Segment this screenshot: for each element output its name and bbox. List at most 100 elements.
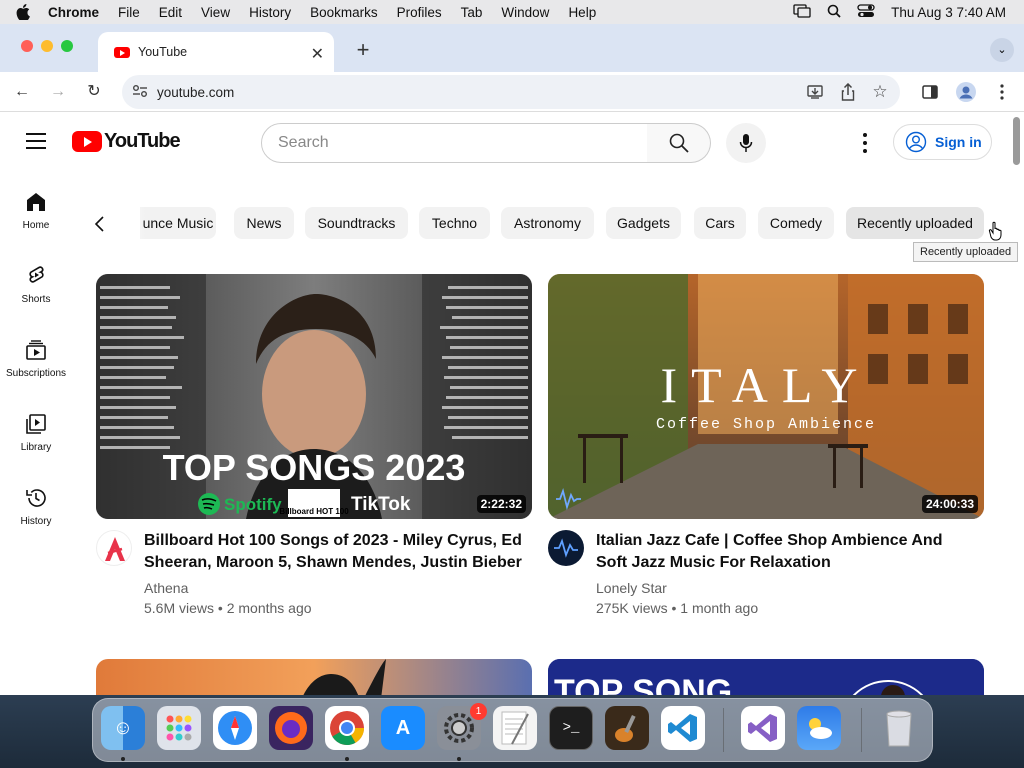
- chrome-icon[interactable]: [325, 706, 369, 750]
- share-icon[interactable]: [838, 82, 858, 102]
- video-title[interactable]: Billboard Hot 100 Songs of 2023 - Miley …: [144, 530, 524, 574]
- settings-more-icon[interactable]: [856, 131, 874, 155]
- menu-bookmarks[interactable]: Bookmarks: [310, 5, 378, 20]
- guide-item-shorts[interactable]: Shorts: [0, 265, 72, 325]
- guide-item-home[interactable]: Home: [0, 191, 72, 251]
- chip-recently-uploaded[interactable]: Recently uploaded: [846, 207, 984, 239]
- video-thumbnail[interactable]: [96, 659, 532, 695]
- vscode-icon[interactable]: [661, 706, 705, 750]
- video-card[interactable]: TOP SONG: [548, 659, 984, 695]
- install-app-icon[interactable]: [806, 82, 826, 102]
- control-center-icon[interactable]: [857, 3, 875, 21]
- search-input[interactable]: Search: [261, 123, 648, 163]
- menu-edit[interactable]: Edit: [159, 5, 182, 20]
- menu-tab[interactable]: Tab: [461, 5, 483, 20]
- chip-astronomy[interactable]: Astronomy: [501, 207, 594, 239]
- chip-comedy[interactable]: Comedy: [758, 207, 834, 239]
- safari-icon[interactable]: [213, 706, 257, 750]
- app-store-icon[interactable]: A: [381, 706, 425, 750]
- video-duration: 2:22:32: [476, 495, 526, 513]
- shorts-icon: [29, 266, 44, 283]
- reload-icon[interactable]: ↻: [82, 80, 106, 104]
- visual-studio-icon[interactable]: [741, 706, 785, 750]
- video-duration: 24:00:33: [921, 495, 978, 513]
- video-card[interactable]: TOP SONGS 2023 Spotify Billboard HOT 100…: [96, 274, 532, 634]
- tab-search-chevron-icon[interactable]: ⌄: [990, 38, 1014, 62]
- apple-menu-icon[interactable]: [16, 4, 36, 20]
- youtube-wordmark: YouTube: [104, 130, 181, 152]
- finder-icon[interactable]: ☺: [101, 706, 145, 750]
- youtube-header: YouTube Search Sign in: [0, 113, 1024, 171]
- guide-item-subscriptions[interactable]: Subscriptions: [0, 339, 72, 399]
- window-close-button[interactable]: [21, 40, 33, 52]
- menu-file[interactable]: File: [118, 5, 140, 20]
- video-title[interactable]: Italian Jazz Cafe | Coffee Shop Ambience…: [596, 530, 976, 574]
- menubar-clock[interactable]: Thu Aug 3 7:40 AM: [891, 5, 1006, 20]
- forward-arrow-icon[interactable]: →: [46, 80, 70, 104]
- chip-cars[interactable]: Cars: [694, 207, 746, 239]
- channel-name[interactable]: Lonely Star: [596, 580, 667, 596]
- chip-soundtracks[interactable]: Soundtracks: [305, 207, 408, 239]
- side-panel-icon[interactable]: [920, 82, 940, 102]
- channel-avatar[interactable]: [96, 530, 132, 566]
- hamburger-menu-icon[interactable]: [26, 133, 46, 149]
- thumbnail-coffee-shop-text: Coffee Shop Ambience: [656, 416, 876, 433]
- window-zoom-button[interactable]: [61, 40, 73, 52]
- new-tab-button[interactable]: +: [350, 38, 376, 64]
- voice-search-button[interactable]: [726, 123, 766, 163]
- video-thumbnail[interactable]: TOP SONGS 2023 Spotify Billboard HOT 100…: [96, 274, 532, 519]
- chips-fade: [116, 207, 146, 239]
- back-arrow-icon[interactable]: ←: [10, 80, 34, 104]
- thumbnail-tiktok-text: TikTok: [351, 494, 411, 515]
- weather-icon[interactable]: [797, 706, 841, 750]
- chip-gadgets[interactable]: Gadgets: [606, 207, 681, 239]
- menu-app-name[interactable]: Chrome: [48, 5, 99, 20]
- thumbnail-spotify-text: Spotify: [224, 495, 282, 514]
- screen-mirroring-icon[interactable]: [793, 3, 811, 21]
- address-bar[interactable]: youtube.com: [122, 75, 900, 109]
- recently-uploaded-tooltip: Recently uploaded: [913, 242, 1019, 262]
- trash-icon[interactable]: [877, 706, 921, 750]
- textedit-icon[interactable]: [493, 706, 537, 750]
- thumbnail-italy-text: ITALY: [661, 357, 872, 413]
- sign-in-button[interactable]: Sign in: [893, 124, 992, 160]
- chip-techno[interactable]: Techno: [419, 207, 490, 239]
- chip-dance-music[interactable]: unce Music: [140, 207, 216, 239]
- video-metadata: 5.6M views • 2 months ago: [144, 600, 312, 616]
- guide-label-library: Library: [20, 442, 52, 453]
- profile-avatar-icon[interactable]: [956, 82, 976, 102]
- window-minimize-button[interactable]: [41, 40, 53, 52]
- guide-item-library[interactable]: Library: [0, 413, 72, 473]
- garageband-icon[interactable]: [605, 706, 649, 750]
- video-card[interactable]: [96, 659, 532, 695]
- thumbnail-billboard-text: Billboard HOT 100: [279, 507, 349, 516]
- video-card[interactable]: ITALY Coffee Shop Ambience 24:00:33 Ital…: [548, 274, 984, 634]
- search-button[interactable]: [647, 123, 711, 163]
- chrome-menu-icon[interactable]: [992, 82, 1012, 102]
- settings-running-indicator: [457, 757, 461, 761]
- bookmark-star-icon[interactable]: ☆: [870, 82, 890, 102]
- site-info-icon[interactable]: [132, 84, 148, 101]
- chips-scroll-left-chevron-icon[interactable]: [88, 212, 112, 236]
- tab-close-icon[interactable]: ✕: [311, 44, 324, 64]
- launchpad-icon[interactable]: [157, 706, 201, 750]
- guide-item-history[interactable]: History: [0, 487, 72, 547]
- video-thumbnail[interactable]: TOP SONG: [548, 659, 984, 695]
- menu-view[interactable]: View: [201, 5, 230, 20]
- chrome-window: YouTube ✕ + ⌄ ← → ↻ youtube.com ☆ YouTub…: [0, 24, 1024, 695]
- terminal-icon[interactable]: >_: [549, 706, 593, 750]
- youtube-logo[interactable]: YouTube: [72, 130, 181, 153]
- video-thumbnail[interactable]: ITALY Coffee Shop Ambience 24:00:33: [548, 274, 984, 519]
- library-icon: [26, 414, 46, 434]
- tab-youtube[interactable]: YouTube ✕: [98, 32, 334, 72]
- firefox-icon[interactable]: [269, 706, 313, 750]
- menu-profiles[interactable]: Profiles: [397, 5, 442, 20]
- channel-avatar[interactable]: [548, 530, 584, 566]
- url-text: youtube.com: [157, 84, 235, 100]
- menu-help[interactable]: Help: [568, 5, 596, 20]
- spotlight-search-icon[interactable]: [827, 4, 841, 21]
- menu-history[interactable]: History: [249, 5, 291, 20]
- channel-name[interactable]: Athena: [144, 580, 188, 596]
- menu-window[interactable]: Window: [501, 5, 549, 20]
- chip-news[interactable]: News: [234, 207, 294, 239]
